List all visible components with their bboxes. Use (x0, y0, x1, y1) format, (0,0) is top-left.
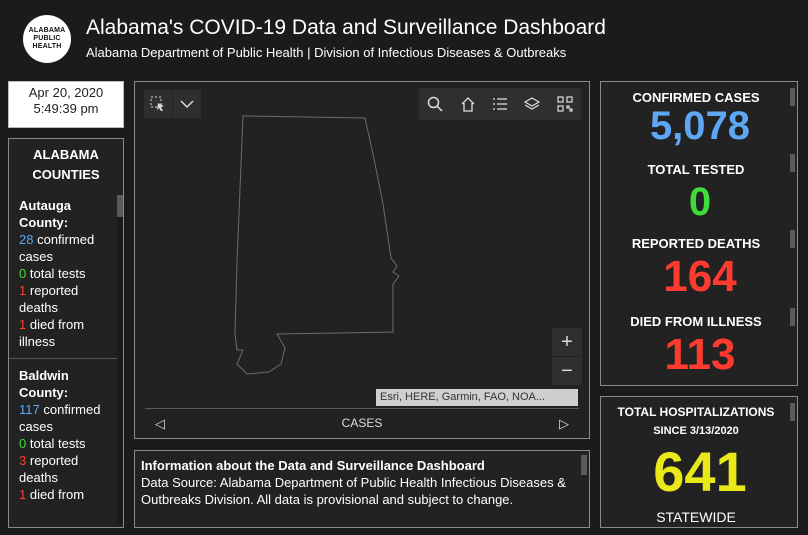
total-tested-value: 0 (688, 180, 712, 224)
confirmed-count: 117 (19, 402, 40, 417)
total-tested-label: TOTAL TESTED (647, 162, 745, 177)
stats-scrollbar-3[interactable] (790, 230, 795, 248)
county-name: Baldwin County: (19, 368, 69, 400)
info-body: Data Source: Alabama Department of Publi… (141, 475, 566, 507)
map-panel[interactable]: + − Esri, HERE, Garmin, FAO, NOA... ◁ CA… (134, 81, 590, 439)
hospitalizations-scrollbar[interactable] (790, 403, 795, 421)
tests-label: total tests (29, 436, 86, 451)
home-icon[interactable] (460, 96, 476, 112)
adph-logo: ALABAMA PUBLIC HEALTH (23, 15, 71, 63)
qr-icon[interactable] (557, 96, 573, 112)
info-heading: Information about the Data and Surveilla… (141, 458, 485, 473)
stats-scrollbar-4[interactable] (790, 308, 795, 326)
counties-title-line-1: ALABAMA (33, 147, 99, 162)
hospitalizations-panel: TOTAL HOSPITALIZATIONS SINCE 3/13/2020 6… (600, 396, 798, 528)
logo-line-1: ALABAMA (28, 27, 66, 34)
chevron-right-icon[interactable]: ▷ (559, 416, 569, 432)
info-scrollbar[interactable] (581, 455, 587, 475)
select-icon (150, 96, 164, 111)
reported-deaths-value: 164 (663, 252, 737, 301)
tests-count: 0 (19, 436, 27, 451)
stats-scrollbar-2[interactable] (790, 154, 795, 172)
county-name: Autauga County: (19, 198, 71, 230)
deaths-count: 1 (19, 283, 27, 298)
hospitalizations-since-label: SINCE 3/13/2020 (653, 425, 739, 435)
minus-icon: − (561, 359, 573, 382)
deaths-label: reported deaths (19, 283, 79, 315)
header: ALABAMA PUBLIC HEALTH Alabama's COVID-19… (0, 0, 808, 72)
confirmed-cases-value: 5,078 (649, 104, 751, 148)
hospitalizations-value: 641 (653, 440, 747, 503)
hospitalizations-scope: STATEWIDE (656, 509, 736, 525)
died-label: died from (29, 487, 85, 502)
counties-panel: ALABAMA COUNTIES Autauga County: 28 conf… (8, 138, 124, 528)
tests-label: total tests (29, 266, 86, 281)
layers-icon[interactable] (524, 96, 541, 112)
alabama-map-outline (234, 115, 400, 375)
logo-line-3: HEALTH (32, 43, 62, 50)
county-item-baldwin[interactable]: Baldwin County: 117 confirmed cases 0 to… (9, 359, 121, 511)
died-from-illness-value: 113 (664, 330, 736, 379)
date-text: Apr 20, 2020 (28, 85, 104, 100)
county-list-scroll-thumb[interactable] (117, 195, 123, 217)
counties-title-line-2: COUNTIES (32, 167, 100, 182)
tests-count: 0 (19, 266, 27, 281)
died-from-illness-label: DIED FROM ILLNESS (630, 314, 762, 329)
county-list-scrollbar[interactable] (117, 195, 123, 525)
search-icon[interactable] (427, 96, 443, 112)
county-item-autauga[interactable]: Autauga County: 28 confirmed cases 0 tot… (9, 195, 121, 359)
reported-deaths-label: REPORTED DEATHS (631, 236, 761, 251)
dashboard-subtitle: Alabama Department of Public Health | Di… (86, 45, 567, 60)
zoom-out-button[interactable]: − (552, 357, 582, 385)
select-dropdown-button[interactable] (173, 90, 201, 118)
died-label: died from illness (19, 317, 85, 349)
stats-panel: CONFIRMED CASES 5,078 TOTAL TESTED 0 REP… (600, 81, 798, 386)
confirmed-cases-label: CONFIRMED CASES (632, 90, 760, 105)
counties-panel-title: ALABAMA COUNTIES (9, 139, 123, 185)
hospitalizations-label: TOTAL HOSPITALIZATIONS (617, 405, 775, 419)
deaths-count: 3 (19, 453, 27, 468)
map-attribution[interactable]: Esri, HERE, Garmin, FAO, NOA... (376, 389, 578, 406)
list-icon[interactable] (492, 96, 508, 112)
chevron-down-icon (180, 100, 194, 109)
died-count: 1 (19, 487, 27, 502)
info-panel: Information about the Data and Surveilla… (134, 450, 590, 528)
deaths-label: reported deaths (19, 453, 79, 485)
zoom-in-button[interactable]: + (552, 328, 582, 356)
logo-line-2: PUBLIC (33, 35, 61, 42)
dashboard-title: Alabama's COVID-19 Data and Surveillance… (86, 16, 606, 39)
datetime-widget: Apr 20, 2020 5:49:39 pm (8, 81, 124, 128)
confirmed-count: 28 (19, 232, 34, 247)
map-toolbar (419, 88, 581, 120)
map-layer-label: CASES (341, 416, 383, 430)
county-list[interactable]: Autauga County: 28 confirmed cases 0 tot… (9, 195, 121, 525)
plus-icon: + (561, 330, 573, 353)
map-footer: ◁ CASES ▷ (145, 408, 579, 439)
time-text: 5:49:39 pm (33, 101, 99, 116)
died-count: 1 (19, 317, 27, 332)
stats-scrollbar-1[interactable] (790, 88, 795, 106)
select-tool-button[interactable] (144, 90, 172, 118)
